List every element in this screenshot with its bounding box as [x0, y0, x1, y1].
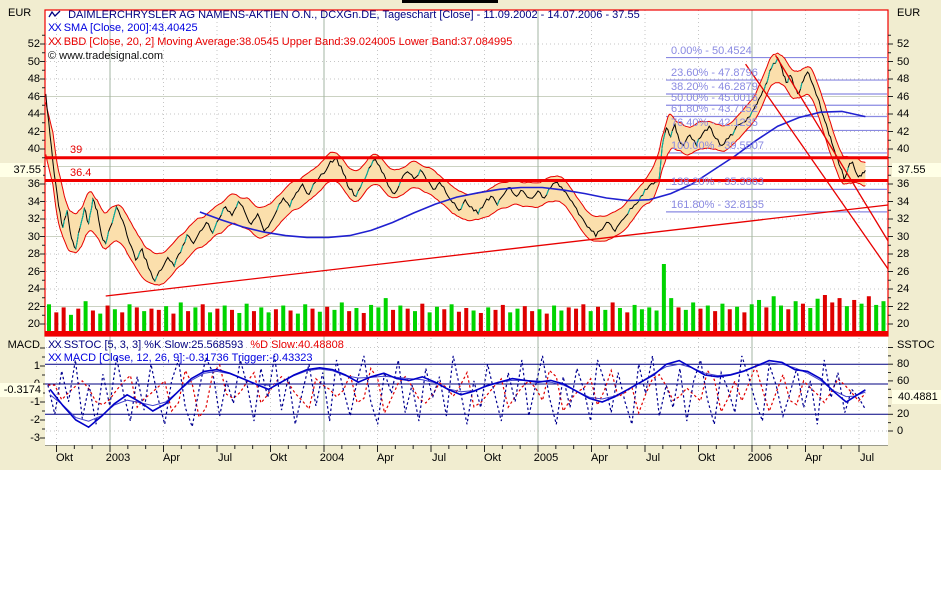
x-axis-label: Jul	[431, 452, 447, 464]
y-axis-label: 46	[897, 90, 910, 103]
current-price-label-right: 37.55	[892, 163, 941, 178]
macd-axis-label: -2	[30, 414, 40, 426]
y-axis-label: 42	[27, 125, 40, 138]
x-axis-label: Apr	[162, 452, 181, 464]
sstoc-axis-label: 20	[897, 408, 910, 421]
y-axis-label: 24	[897, 283, 910, 295]
y-axis-label: 34	[27, 195, 40, 208]
sstoc-panel-label: SSTOC	[897, 339, 935, 351]
current-sstoc-label: 40.4881	[892, 390, 941, 405]
sma-legend-row[interactable]: XX SMA [Close, 200]:43.40425	[48, 22, 198, 34]
fib-level-label: 23.60% - 47.8796	[671, 67, 758, 80]
fib-level-label: 38.20% - 46.2879	[671, 80, 758, 93]
fib-level-label: 161.80% - 32.8135	[671, 198, 764, 211]
y-axis-label: 48	[27, 73, 40, 85]
x-axis-label: Okt	[55, 452, 74, 464]
y-axis-label: 20	[897, 318, 910, 330]
y-axis-label: 30	[897, 230, 910, 243]
y-axis-label: 20	[27, 318, 40, 330]
copyright-label: © www.tradesignal.com	[48, 50, 164, 62]
y-axis-label: 28	[897, 248, 910, 260]
y-axis-label: 50	[27, 55, 40, 68]
y-axis-label: 48	[897, 73, 910, 85]
macd-legend-row[interactable]: XX MACD [Close, 12, 26, 9]:-0.31736 Trigg…	[48, 352, 313, 364]
bbd-indicator-icon: XX	[48, 36, 62, 48]
main-price-panel[interactable]	[45, 10, 888, 337]
x-axis-label: Apr	[376, 452, 395, 464]
macd-axis-label: -1	[30, 396, 40, 408]
y-axis-label: 44	[897, 108, 910, 120]
current-price-label-left: 37.55	[0, 163, 43, 178]
chart-title: DAIMLERCHRYSLER AG NAMENS-AKTIEN O.N., D…	[68, 9, 640, 21]
macd-axis-label: 1	[33, 360, 40, 372]
y-axis-label: 52	[897, 38, 910, 50]
y-axis-label: 42	[897, 125, 910, 138]
fib-level-label: 0.00% - 50.4524	[671, 44, 752, 57]
y-axis-label: 32	[897, 213, 910, 225]
macd-indicator-icon: XX	[48, 352, 62, 364]
line-chart-icon	[48, 9, 64, 21]
macd-panel-label: MACD	[7, 339, 40, 351]
fib-level-label: 50.00% - 45.0016	[671, 92, 758, 105]
sstoc-axis-label: 80	[897, 358, 910, 371]
x-axis-label: Jul	[645, 452, 661, 464]
x-axis-label: Okt	[697, 452, 716, 464]
x-axis-label: Okt	[483, 452, 502, 464]
price-level-label: 36.4	[70, 166, 92, 179]
x-axis-label: Okt	[269, 452, 288, 464]
y-axis-label: 24	[27, 283, 40, 295]
fib-level-label: 61.80% - 43.7152	[671, 103, 758, 116]
current-macd-label: -0.3174	[0, 382, 43, 397]
sstoc-legend-row[interactable]: XX SSTOC [5, 3, 3] %K Slow:25.568593 %D S…	[48, 339, 344, 351]
y-axis-label: 26	[897, 265, 910, 278]
y-axis-label: 40	[27, 143, 40, 155]
y-axis-label: 36	[27, 178, 40, 190]
x-axis-label: Jul	[217, 452, 233, 464]
x-axis-label: 2006	[747, 452, 773, 464]
x-axis-label: 2003	[105, 452, 131, 464]
macd-legend: MACD [Close, 12, 26, 9]:-0.31736 Trigger…	[63, 352, 313, 364]
right-axis-unit-label: EUR	[897, 7, 921, 19]
bbd-legend: BBD [Close, 20, 2] Moving Average:38.054…	[63, 36, 513, 48]
y-axis-label: 22	[27, 300, 40, 313]
y-axis-label: 22	[897, 300, 910, 313]
bbd-legend-row[interactable]: XX BBD [Close, 20, 2] Moving Average:38.0…	[48, 36, 512, 48]
y-axis-label: 44	[27, 108, 40, 120]
sstoc-indicator-icon: XX	[48, 339, 62, 351]
x-axis-label: 2005	[533, 452, 559, 464]
tradesignal-chart-window: 0.00% - 50.4524 23.60% - 47.8796 38.20% - …	[0, 0, 941, 611]
y-axis-label: 32	[27, 213, 40, 225]
x-axis-label: Apr	[804, 452, 823, 464]
x-axis-label: 2004	[319, 452, 345, 464]
y-axis-label: 46	[27, 90, 40, 103]
chart-area: 0.00% - 50.4524 23.60% - 47.8796 38.20% - …	[0, 0, 941, 470]
sstoc-legend-d: %D Slow:40.48808	[250, 339, 344, 351]
fib-level-label: 100.00% - 39.5507	[671, 139, 764, 152]
macd-axis-label: -3	[30, 432, 40, 444]
left-axis-unit-label: EUR	[8, 7, 32, 19]
sma-legend: SMA [Close, 200]:43.40425	[63, 22, 198, 34]
x-axis-label: Jul	[859, 452, 875, 464]
y-axis-label: 34	[897, 195, 910, 208]
y-axis-label: 36	[897, 178, 910, 190]
y-axis-label: 52	[27, 38, 40, 50]
y-axis-label: 30	[27, 230, 40, 243]
fib-level-label: 138.20% - 35.3863	[671, 176, 764, 189]
y-axis-label: 40	[897, 143, 910, 155]
y-axis-label: 50	[897, 55, 910, 68]
chart-title-row: DAIMLERCHRYSLER AG NAMENS-AKTIEN O.N., D…	[48, 9, 640, 21]
sma-indicator-icon: XX	[48, 22, 62, 34]
sstoc-axis-label: 0	[897, 425, 904, 437]
y-axis-label: 28	[27, 248, 40, 260]
window-artifact	[402, 0, 498, 3]
sstoc-legend-k: SSTOC [5, 3, 3] %K Slow:25.568593	[63, 339, 244, 351]
y-axis-label: 26	[27, 265, 40, 278]
x-axis-label: Apr	[590, 452, 609, 464]
price-level-label: 39	[70, 143, 83, 156]
sstoc-axis-label: 60	[897, 374, 910, 387]
fib-level-label: 76.40% - 42.1235	[671, 117, 758, 130]
